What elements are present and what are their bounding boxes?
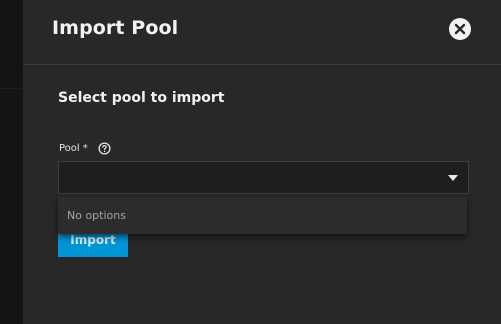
close-button[interactable] — [449, 18, 471, 40]
pool-dropdown-panel: No options — [58, 197, 467, 234]
background-strip — [0, 0, 23, 324]
background-divider — [0, 88, 23, 89]
pool-label-text: Pool — [59, 143, 80, 154]
no-options-text: No options — [67, 209, 126, 222]
section-title: Select pool to import — [58, 90, 225, 106]
help-circle-icon[interactable] — [98, 142, 111, 155]
triangle-down-icon — [448, 175, 458, 181]
close-icon — [454, 23, 466, 35]
dialog-header: Import Pool — [23, 0, 501, 65]
import-pool-dialog: Import Pool Select pool to import Pool *… — [23, 0, 501, 324]
required-marker: * — [82, 143, 88, 154]
pool-select[interactable] — [58, 161, 469, 194]
pool-field-label: Pool * — [59, 142, 111, 155]
dialog-title: Import Pool — [52, 17, 179, 39]
